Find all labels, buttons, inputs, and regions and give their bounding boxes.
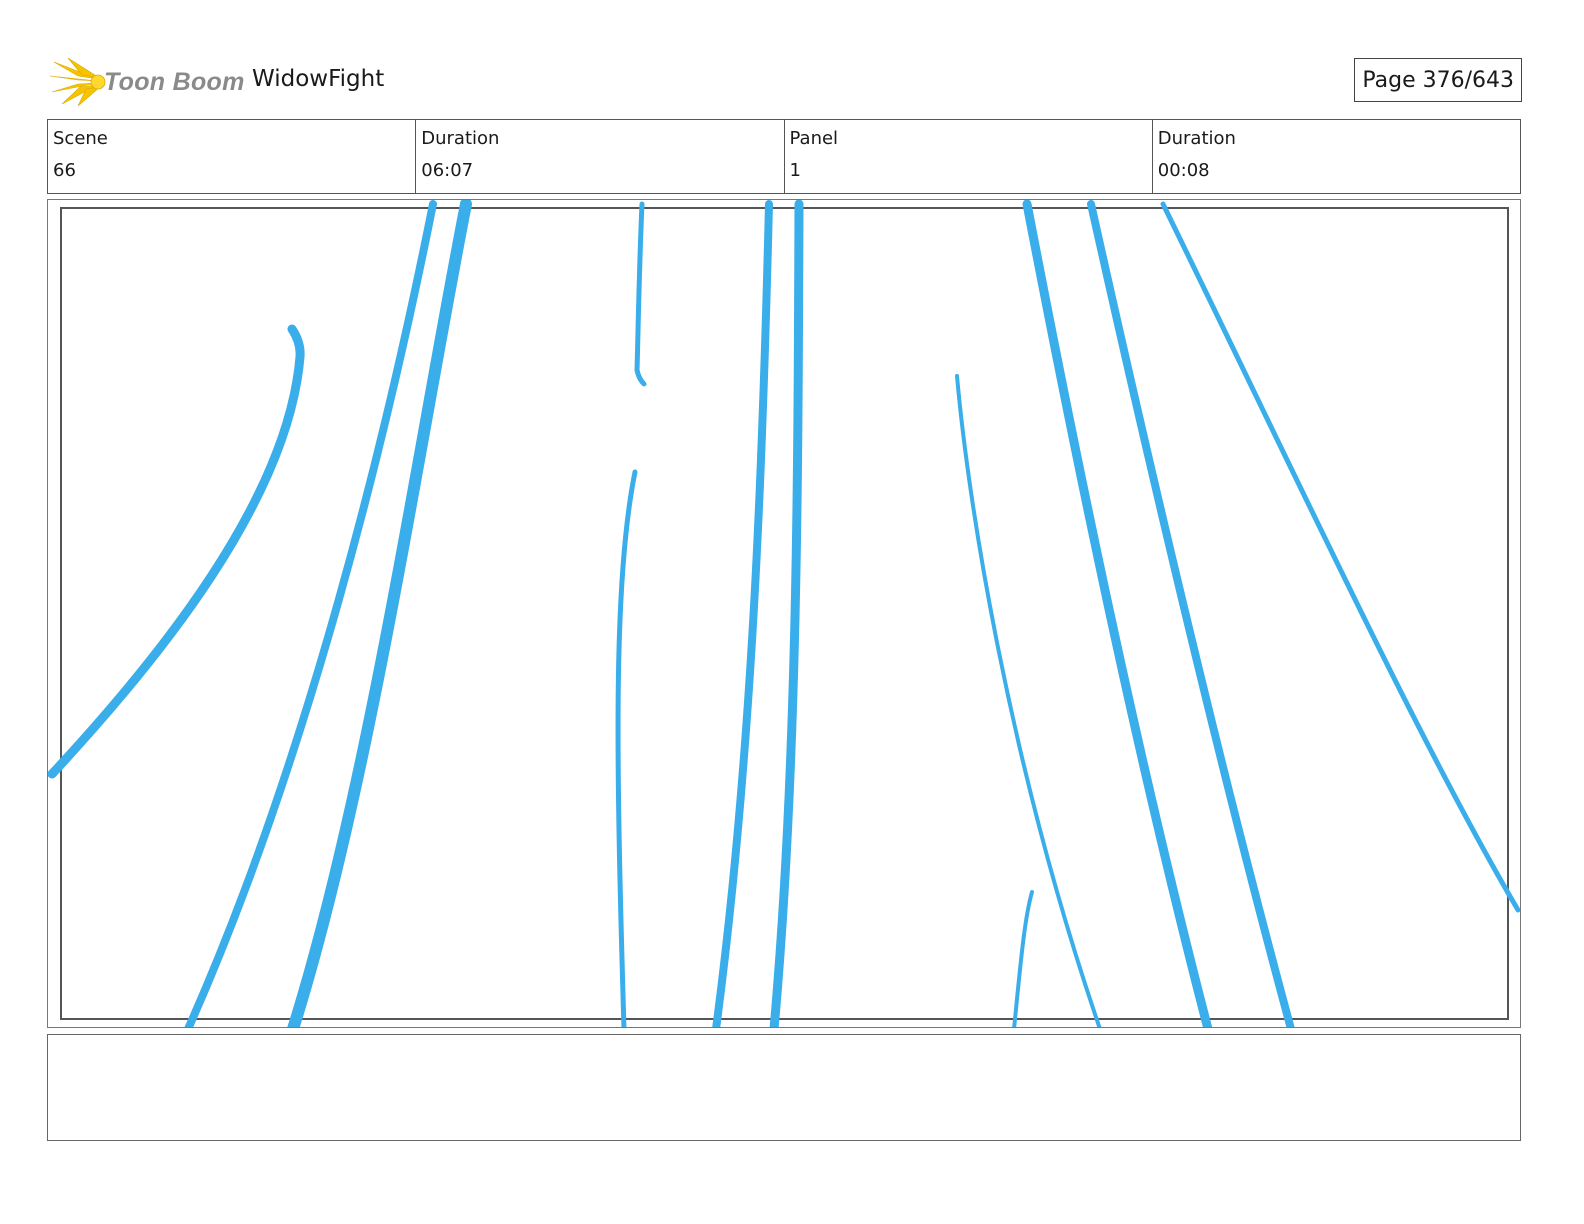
logo-text: Toon Boom bbox=[104, 68, 245, 96]
notes-box bbox=[47, 1034, 1521, 1141]
panel-value: 1 bbox=[789, 160, 801, 181]
scene-info-table: Scene 66 Duration 06:07 Panel 1 Duration… bbox=[47, 119, 1521, 194]
project-title: WidowFight bbox=[252, 66, 385, 92]
scene-label: Scene bbox=[53, 128, 108, 149]
scene-duration-label: Duration bbox=[421, 128, 500, 149]
panel-label: Panel bbox=[789, 128, 839, 149]
panel-duration-cell: Duration 00:08 bbox=[1153, 120, 1520, 193]
sketch-stroke bbox=[48, 324, 305, 779]
sketch-stroke bbox=[287, 200, 472, 1027]
page-indicator: Page 376/643 bbox=[1354, 58, 1522, 102]
sketch-stroke bbox=[1087, 200, 1295, 1027]
scene-duration-cell: Duration 06:07 bbox=[416, 120, 785, 193]
sketch-stroke bbox=[712, 200, 773, 1027]
sketch-stroke bbox=[184, 200, 437, 1027]
sketch-stroke bbox=[1160, 201, 1520, 913]
header: Toon Boom WidowFight Page 376/643 bbox=[48, 52, 1522, 108]
panel-cell: Panel 1 bbox=[785, 120, 1153, 193]
sketch-stroke bbox=[634, 201, 647, 387]
scene-duration-value: 06:07 bbox=[421, 160, 474, 181]
starburst-icon bbox=[49, 57, 106, 106]
storyboard-panel bbox=[47, 199, 1521, 1028]
scene-cell: Scene 66 bbox=[48, 120, 417, 193]
panel-sketch bbox=[48, 200, 1520, 1027]
panel-duration-label: Duration bbox=[1157, 128, 1236, 149]
toon-boom-logo: Toon Boom bbox=[48, 54, 244, 106]
sketch-stroke bbox=[1012, 890, 1034, 1027]
panel-duration-value: 00:08 bbox=[1157, 160, 1210, 181]
sketch-stroke bbox=[769, 200, 804, 1027]
scene-value: 66 bbox=[53, 160, 76, 181]
sketch-stroke bbox=[615, 469, 638, 1027]
